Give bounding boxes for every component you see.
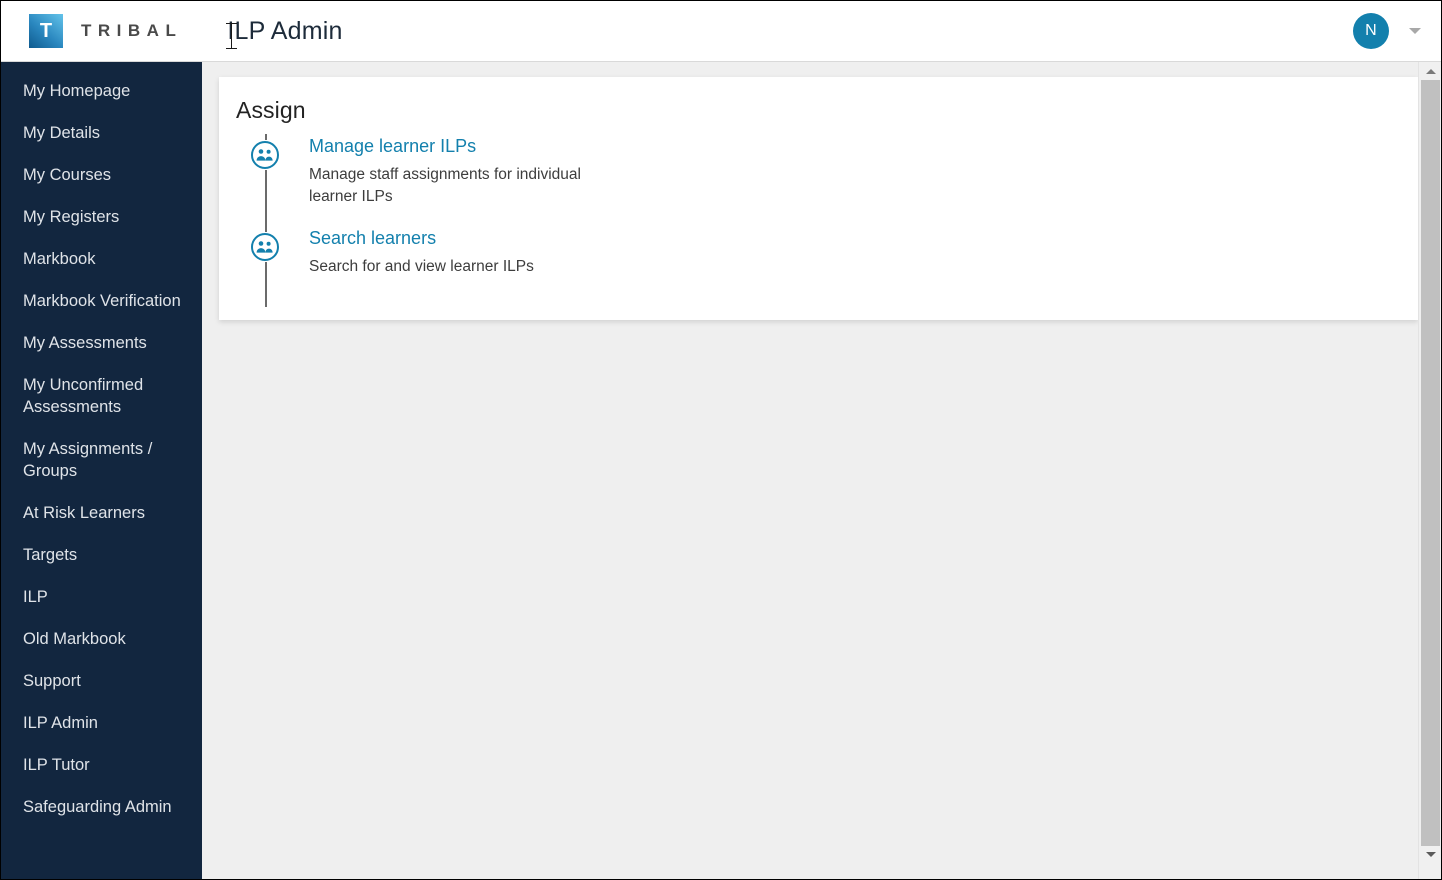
triangle-up-icon	[1425, 68, 1436, 74]
sidebar-item-my-assignments-groups[interactable]: My Assignments / Groups	[1, 428, 202, 492]
sidebar-item-at-risk-learners[interactable]: At Risk Learners	[1, 492, 202, 534]
list-item-body: Manage learner ILPs Manage staff assignm…	[309, 134, 619, 208]
manage-learner-ilps-link[interactable]: Manage learner ILPs	[309, 134, 476, 158]
triangle-down-icon	[1425, 851, 1436, 857]
top-header-bar: T TRIBAL ILP Admin N	[1, 1, 1441, 62]
brand-name-text: TRIBAL	[81, 21, 183, 40]
scroll-down-button[interactable]	[1419, 845, 1441, 863]
sidebar-item-ilp-tutor[interactable]: ILP Tutor	[1, 744, 202, 786]
users-group-circle-icon	[250, 232, 280, 262]
sidebar-item-my-courses[interactable]: My Courses	[1, 154, 202, 196]
users-group-circle-icon	[250, 140, 280, 170]
sidebar-item-ilp-admin[interactable]: ILP Admin	[1, 702, 202, 744]
application-window: T TRIBAL ILP Admin N My Homepage My Deta…	[0, 0, 1442, 880]
sidebar-item-my-homepage[interactable]: My Homepage	[1, 70, 202, 112]
search-learners-description: Search for and view learner ILPs	[309, 258, 534, 275]
vertical-scrollbar[interactable]	[1418, 62, 1441, 879]
sidebar-item-my-assessments[interactable]: My Assessments	[1, 322, 202, 364]
search-learners-link[interactable]: Search learners	[309, 226, 436, 250]
assign-card: Assign Manage learner ILPs Manage staff …	[219, 77, 1418, 320]
sidebar-item-my-unconfirmed-assessments[interactable]: My Unconfirmed Assessments	[1, 364, 202, 428]
sidebar-item-support[interactable]: Support	[1, 660, 202, 702]
sidebar-item-safeguarding-admin[interactable]: Safeguarding Admin	[1, 786, 202, 828]
sidebar-item-markbook-verification[interactable]: Markbook Verification	[1, 280, 202, 322]
tribal-logo-icon: T	[29, 14, 63, 48]
page-title: ILP Admin	[227, 16, 343, 45]
list-item-body: Search learners Search for and view lear…	[309, 226, 534, 278]
sidebar-item-my-registers[interactable]: My Registers	[1, 196, 202, 238]
sidebar-item-my-details[interactable]: My Details	[1, 112, 202, 154]
scrollbar-thumb[interactable]	[1421, 80, 1440, 846]
sidebar-item-old-markbook[interactable]: Old Markbook	[1, 618, 202, 660]
scroll-up-button[interactable]	[1419, 62, 1441, 80]
header-user-area: N	[1353, 1, 1427, 61]
sidebar-navigation: My Homepage My Details My Courses My Reg…	[1, 62, 202, 879]
brand-logo[interactable]: T TRIBAL	[29, 14, 182, 48]
avatar[interactable]: N	[1353, 13, 1389, 49]
manage-learner-ilps-description: Manage staff assignments for individual …	[309, 166, 581, 205]
card-title: Assign	[236, 97, 306, 123]
assign-timeline-list: Manage learner ILPs Manage staff assignm…	[219, 134, 1418, 307]
main-content-area: Assign Manage learner ILPs Manage staff …	[202, 62, 1418, 879]
list-item: Manage learner ILPs Manage staff assignm…	[236, 134, 1418, 208]
chevron-down-icon[interactable]	[1409, 28, 1421, 34]
sidebar-item-ilp[interactable]: ILP	[1, 576, 202, 618]
sidebar-item-markbook[interactable]: Markbook	[1, 238, 202, 280]
list-item: Search learners Search for and view lear…	[236, 226, 1418, 278]
sidebar-item-targets[interactable]: Targets	[1, 534, 202, 576]
